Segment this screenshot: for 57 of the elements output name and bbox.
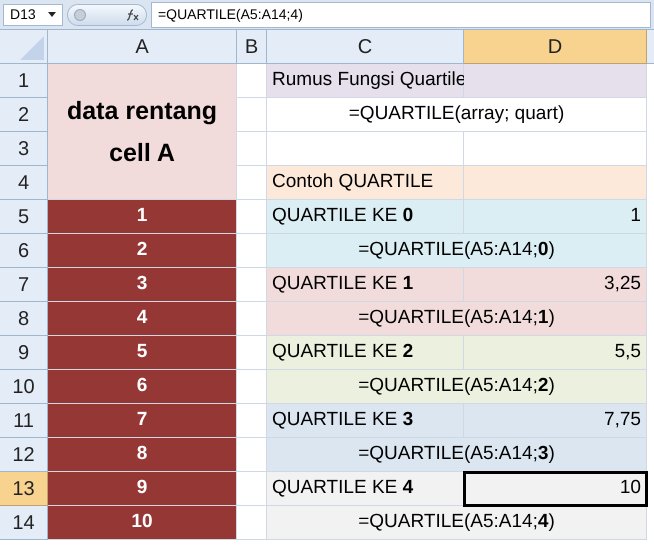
row-header[interactable]: 12 [0,438,48,472]
column-header[interactable]: B [237,30,267,64]
data-cell: 5 [48,336,237,370]
row-header[interactable]: 2 [0,98,48,132]
data-cell: 1 [48,200,237,234]
data-cell: 7 [48,404,237,438]
quartile-result-cell[interactable]: 7,75 [464,404,647,438]
quartile-result-cell[interactable]: 3,25 [464,268,647,302]
quartile-label-cell: QUARTILE KE 4 [267,472,464,506]
quartile-formula-cell: =QUARTILE(A5:A14;2) [267,370,647,404]
syntax-cell: =QUARTILE(array; quart) [267,98,647,132]
row-header[interactable]: 7 [0,268,48,302]
data-cell: 2 [48,234,237,268]
quartile-formula-cell: =QUARTILE(A5:A14;0) [267,234,647,268]
quartile-label-cell: QUARTILE KE 2 [267,336,464,370]
empty-cell [237,132,267,166]
row-header[interactable]: 9 [0,336,48,370]
example-heading-cell: Contoh QUARTILE [267,166,464,200]
row-header[interactable]: 5 [0,200,48,234]
row-header[interactable]: 1 [0,64,48,98]
row-header[interactable]: 4 [0,166,48,200]
data-cell: 6 [48,370,237,404]
empty-cell [237,98,267,132]
quartile-formula-cell: =QUARTILE(A5:A14;3) [267,438,647,472]
triangle-icon [20,36,44,60]
quartile-result-cell[interactable]: 10 [464,472,647,506]
quartile-label-cell: QUARTILE KE 1 [267,268,464,302]
select-all-corner[interactable] [0,30,48,64]
column-header[interactable]: C [267,30,464,64]
quartile-label-cell: QUARTILE KE 3 [267,404,464,438]
formula-field[interactable]: =QUARTILE(A5:A14;4) [151,2,651,28]
data-cell: 10 [48,506,237,540]
quartile-result-cell[interactable]: 5,5 [464,336,647,370]
data-cell: 9 [48,472,237,506]
formula-buttons[interactable] [67,4,147,26]
column-header[interactable]: D [464,30,647,64]
row-header[interactable]: 14 [0,506,48,540]
function-icon [126,8,140,20]
name-box[interactable]: D13 [3,4,63,26]
quartile-result-cell[interactable]: 1 [464,200,647,234]
data-heading: data rentang cell A [48,64,237,200]
data-cell: 3 [48,268,237,302]
quartile-formula-cell: =QUARTILE(A5:A14;1) [267,302,647,336]
row-header[interactable]: 8 [0,302,48,336]
row-header[interactable]: 3 [0,132,48,166]
row-header[interactable]: 6 [0,234,48,268]
column-header[interactable]: A [48,30,237,64]
dropdown-arrow-icon [48,12,56,17]
title-cell: Rumus Fungsi Quartile [267,64,464,98]
data-cell: 4 [48,302,237,336]
quartile-label-cell: QUARTILE KE 0 [267,200,464,234]
row-header[interactable]: 10 [0,370,48,404]
data-cell: 8 [48,438,237,472]
quartile-formula-cell: =QUARTILE(A5:A14;4) [267,506,647,540]
row-header[interactable]: 11 [0,404,48,438]
column-header[interactable] [647,30,654,64]
row-header[interactable]: 13 [0,472,48,506]
